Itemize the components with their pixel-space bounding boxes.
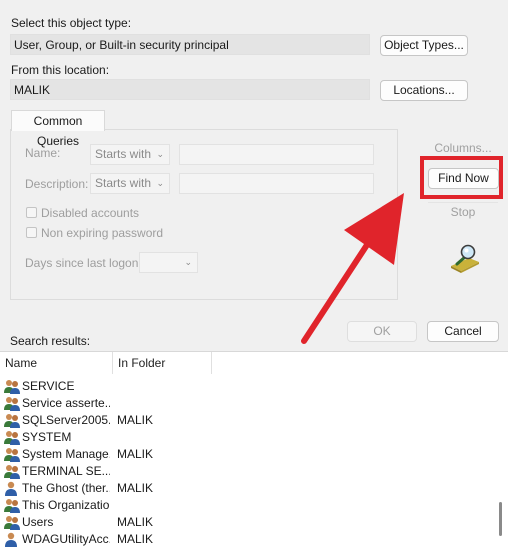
group-icon xyxy=(4,498,20,513)
object-type-label: Select this object type: xyxy=(11,16,132,30)
group-icon xyxy=(4,430,20,445)
column-header-name[interactable]: Name xyxy=(0,352,112,374)
search-animation-icon xyxy=(451,244,479,273)
description-label: Description: xyxy=(25,177,89,191)
group-icon xyxy=(4,515,20,530)
table-row[interactable]: Users MALIK xyxy=(0,514,494,531)
row-folder: MALIK xyxy=(117,515,154,529)
user-icon xyxy=(4,481,20,496)
row-name: System Manage... xyxy=(22,447,110,461)
ok-button[interactable]: OK xyxy=(347,321,417,342)
group-icon xyxy=(4,447,20,462)
row-name: SYSTEM xyxy=(22,430,72,444)
table-row[interactable]: System Manage... MALIK xyxy=(0,446,494,463)
chevron-down-icon: ⌄ xyxy=(156,178,164,188)
row-name: The Ghost (ther... xyxy=(22,481,110,495)
find-now-button[interactable]: Find Now xyxy=(428,168,499,189)
row-name: SERVICE xyxy=(22,379,75,393)
location-field: MALIK xyxy=(10,79,370,100)
disabled-accounts-checkbox[interactable] xyxy=(26,207,37,218)
name-mode-value: Starts with xyxy=(95,147,152,161)
column-header-in-folder[interactable]: In Folder xyxy=(113,352,211,374)
chevron-down-icon: ⌄ xyxy=(156,149,164,159)
name-input[interactable] xyxy=(179,144,374,165)
object-type-field: User, Group, or Built-in security princi… xyxy=(10,34,370,55)
user-icon xyxy=(4,532,20,547)
table-row[interactable]: The Ghost (ther... MALIK xyxy=(0,480,494,497)
table-row[interactable]: SYSTEM xyxy=(0,429,494,446)
search-results-list[interactable]: Name In Folder SERVICE Service asserte...… xyxy=(0,351,508,553)
table-row[interactable]: This Organizatio... xyxy=(0,497,494,514)
search-results-label: Search results: xyxy=(10,334,91,348)
object-types-button[interactable]: Object Types... xyxy=(380,35,468,56)
disabled-accounts-label: Disabled accounts xyxy=(41,206,140,220)
days-since-logon-select[interactable]: ⌄ xyxy=(139,252,198,273)
row-name: This Organizatio... xyxy=(22,498,110,512)
description-mode-select[interactable]: Starts with ⌄ xyxy=(90,173,170,194)
name-mode-select[interactable]: Starts with ⌄ xyxy=(90,144,170,165)
row-folder: MALIK xyxy=(117,532,154,546)
non-expiring-password-checkbox[interactable] xyxy=(26,227,37,238)
row-folder: MALIK xyxy=(117,447,154,461)
location-label: From this location: xyxy=(11,63,110,77)
description-mode-value: Starts with xyxy=(95,176,152,190)
columns-button[interactable]: Columns... xyxy=(430,139,496,157)
row-folder: MALIK xyxy=(117,481,154,495)
name-label: Name: xyxy=(25,146,61,160)
non-expiring-password-label: Non expiring password xyxy=(41,226,164,240)
row-name: SQLServer2005... xyxy=(22,413,110,427)
group-icon xyxy=(4,413,20,428)
column-divider[interactable] xyxy=(211,352,212,374)
locations-button[interactable]: Locations... xyxy=(380,80,468,101)
row-name: WDAGUtilityAcc... xyxy=(22,532,110,546)
cancel-button[interactable]: Cancel xyxy=(427,321,499,342)
stop-button[interactable]: Stop xyxy=(428,202,498,221)
scrollbar-thumb[interactable] xyxy=(499,502,502,536)
row-name: Users xyxy=(22,515,54,529)
table-row[interactable]: Service asserte... xyxy=(0,395,494,412)
group-icon xyxy=(4,379,20,394)
chevron-down-icon: ⌄ xyxy=(184,257,192,267)
row-folder: MALIK xyxy=(117,413,154,427)
group-icon xyxy=(4,396,20,411)
table-row[interactable]: SERVICE xyxy=(0,378,494,395)
group-icon xyxy=(4,464,20,479)
table-row[interactable]: TERMINAL SE... xyxy=(0,463,494,480)
tab-common-queries[interactable]: Common Queries xyxy=(11,110,105,148)
table-row[interactable]: WDAGUtilityAcc... MALIK xyxy=(0,531,494,548)
row-name: Service asserte... xyxy=(22,396,110,410)
table-row[interactable]: SQLServer2005... MALIK xyxy=(0,412,494,429)
row-name: TERMINAL SE... xyxy=(22,464,110,478)
days-since-logon-label: Days since last logon: xyxy=(25,256,142,270)
